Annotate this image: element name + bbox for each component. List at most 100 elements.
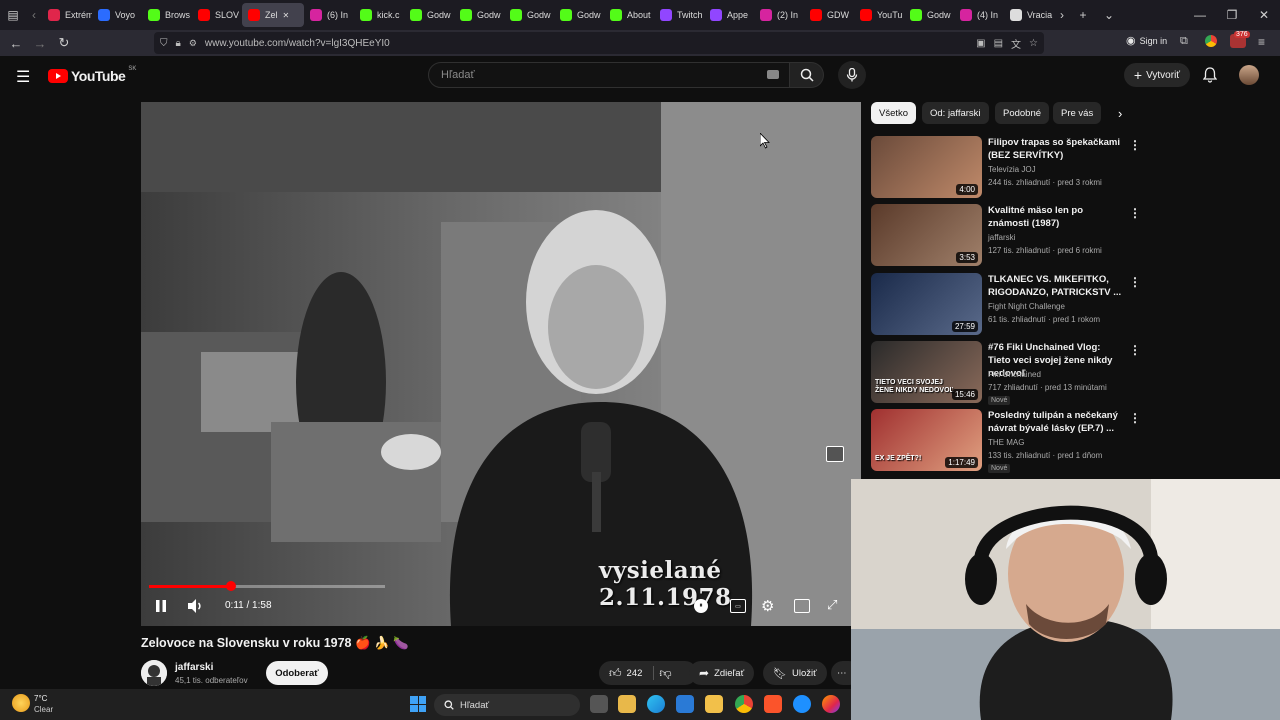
browser-tab[interactable]: Godw [404, 0, 454, 30]
store-icon[interactable] [618, 695, 636, 713]
menu-icon[interactable]: ≡ [1258, 35, 1265, 49]
recommendation-channel[interactable]: Fight Night Challenge [988, 302, 1065, 311]
more-vertical-icon[interactable]: ⋮ [1129, 343, 1141, 357]
bookmark-star-icon[interactable]: ☆ [1029, 38, 1038, 49]
close-tab-icon[interactable]: ✕ [283, 11, 290, 20]
recommendation-thumbnail[interactable]: TIETO VECI SVOJEJ ŽENE NIKDY NEDOVOĽ 15:4… [871, 341, 982, 403]
browser-tab[interactable]: Extrém [42, 0, 92, 30]
scroll-tabs-left-icon[interactable]: ‹ [26, 0, 42, 30]
theater-mode-icon[interactable] [794, 599, 810, 613]
notifications-bell-icon[interactable] [1202, 67, 1218, 88]
youtube-logo[interactable]: YouTube SK [48, 66, 136, 84]
recommendation-title[interactable]: Kvalitné mäso len po známosti (1987) [988, 204, 1123, 230]
translate-icon[interactable]: 文 [1011, 36, 1021, 51]
filter-chip[interactable]: Všetko [871, 102, 917, 124]
channel-name[interactable]: jaffarski [175, 662, 213, 673]
extensions-icon[interactable]: ⧉ [1180, 35, 1188, 48]
back-icon[interactable]: ← [4, 31, 28, 55]
browser-tab[interactable]: Twitch [654, 0, 704, 30]
permissions-icon[interactable]: ⚙ [189, 38, 197, 49]
recommendation-channel[interactable]: Televízia JOJ [988, 165, 1036, 174]
voice-search-button[interactable] [838, 61, 866, 89]
search-input[interactable]: Hľadať [428, 62, 790, 88]
browser-tab[interactable]: SLOV [192, 0, 242, 30]
tab-menu-chevron-icon[interactable]: ⌄ [1096, 0, 1122, 30]
filter-chip[interactable]: Podobné [995, 102, 1050, 124]
chrome-icon[interactable] [735, 695, 753, 713]
search-button[interactable] [790, 62, 824, 88]
recommendation-item[interactable]: 27:59 TLKANEC VS. MIKEFITKO, RIGODANZO, P… [871, 273, 1151, 337]
restore-icon[interactable]: ❐ [1216, 0, 1248, 30]
recommendation-title[interactable]: Filipov trapas so špekačkami (BEZ SERVÍT… [988, 136, 1123, 162]
explorer-app-icon[interactable] [676, 695, 694, 713]
folder-icon[interactable] [705, 695, 723, 713]
recommendation-title[interactable]: Posledný tulipán a nečekaný návrat býval… [988, 409, 1123, 435]
taskbar-search-input[interactable]: Hľadať [434, 694, 580, 716]
miniplayer-icon[interactable] [826, 446, 844, 462]
more-vertical-icon[interactable]: ⋮ [1129, 411, 1141, 425]
browser-tab[interactable]: (6) In [304, 0, 354, 30]
browser-tab[interactable]: Godw [904, 0, 954, 30]
channel-avatar[interactable] [141, 660, 167, 686]
url-text[interactable]: www.youtube.com/watch?v=lgI3QHEeYI0 [205, 38, 390, 49]
browser-tab[interactable]: Godw [554, 0, 604, 30]
brave-icon[interactable] [764, 695, 782, 713]
recommendation-thumbnail[interactable]: 4:00 [871, 136, 982, 198]
windows-start-icon[interactable] [410, 696, 426, 712]
subscribe-button[interactable]: Odoberať [266, 661, 328, 685]
recommendation-thumbnail[interactable]: 27:59 [871, 273, 982, 335]
firefox-icon[interactable] [822, 695, 840, 713]
tracking-shield-icon[interactable]: ⛉ [160, 38, 168, 49]
sign-in-button[interactable]: ◉ Sign in [1126, 34, 1167, 47]
filter-chip[interactable]: Pre vás [1053, 102, 1102, 124]
task-view-icon[interactable] [590, 695, 608, 713]
keyboard-icon[interactable] [767, 70, 779, 79]
browser-tab[interactable]: Appe [704, 0, 754, 30]
filter-chip[interactable]: Od: jaffarski [922, 102, 989, 124]
save-button[interactable]: 🔖︎ Uložiť [763, 661, 827, 685]
browser-tab[interactable]: YouTu [854, 0, 904, 30]
recommendation-item[interactable]: 4:00 Filipov trapas so špekačkami (BEZ SE… [871, 136, 1151, 200]
tab-list-icon[interactable]: ▤ [0, 0, 26, 30]
browser-tab[interactable]: (2) In [754, 0, 804, 30]
recommendation-item[interactable]: TIETO VECI SVOJEJ ŽENE NIKDY NEDOVOĽ 15:4… [871, 341, 1151, 405]
reader-mode-icon[interactable]: ▤ [994, 38, 1003, 49]
steam-icon[interactable] [793, 695, 811, 713]
lock-icon[interactable]: 🔒︎ [176, 38, 181, 49]
share-button[interactable]: ➦ Zdieľať [689, 661, 755, 685]
edge-icon[interactable] [647, 695, 665, 713]
hamburger-menu-icon[interactable]: ☰ [16, 67, 30, 87]
picture-in-picture-icon[interactable]: ▣ [976, 38, 985, 49]
forward-icon[interactable]: → [28, 31, 52, 55]
user-avatar[interactable] [1239, 65, 1259, 85]
recommendation-channel[interactable]: THE MAG [988, 438, 1024, 447]
reload-icon[interactable]: ↻ [52, 31, 76, 55]
progress-scrubber-handle[interactable] [225, 581, 236, 591]
more-vertical-icon[interactable]: ⋮ [1129, 138, 1141, 152]
browser-tab[interactable]: GDW [804, 0, 854, 30]
pause-icon[interactable] [153, 598, 169, 614]
chrome-extension-icon[interactable] [1205, 35, 1217, 47]
minimize-icon[interactable]: — [1184, 0, 1216, 30]
autoplay-toggle[interactable]: ⏸ [694, 599, 708, 613]
recommendation-channel[interactable]: jaffarski [988, 233, 1015, 242]
like-button[interactable]: 👍︎ 242 [609, 666, 642, 681]
browser-tab[interactable]: About [604, 0, 654, 30]
settings-gear-icon[interactable]: ⚙ [761, 597, 774, 615]
dislike-button[interactable]: 👎︎ [659, 666, 671, 681]
recommendation-channel[interactable]: Fiki Unchained [988, 370, 1041, 379]
new-tab-icon[interactable]: + [1070, 0, 1096, 30]
recommendation-item[interactable]: 3:53 Kvalitné mäso len po známosti (1987)… [871, 204, 1151, 268]
browser-tab[interactable]: Godw [504, 0, 554, 30]
address-bar[interactable]: ⛉ 🔒︎ ⚙ www.youtube.com/watch?v=lgI3QHEeY… [154, 32, 1044, 54]
volume-icon[interactable] [187, 598, 205, 614]
fullscreen-icon[interactable]: ⤢ [827, 597, 837, 613]
browser-tab[interactable]: Vracia [1004, 0, 1054, 30]
subtitles-icon[interactable]: ▭ [730, 599, 746, 613]
browser-tab[interactable]: Godw [454, 0, 504, 30]
more-vertical-icon[interactable]: ⋮ [1129, 275, 1141, 289]
video-player[interactable]: vysielané 2.11.1978 0:11 / 1:58 ⏸ ▭ ⚙ ⤢ [141, 102, 861, 626]
recommendation-item[interactable]: EX JE ZPĚT?! 1:17:49 Posledný tulipán a ne… [871, 409, 1151, 473]
browser-tab[interactable]: kick.c [354, 0, 404, 30]
close-window-icon[interactable]: ✕ [1248, 0, 1280, 30]
